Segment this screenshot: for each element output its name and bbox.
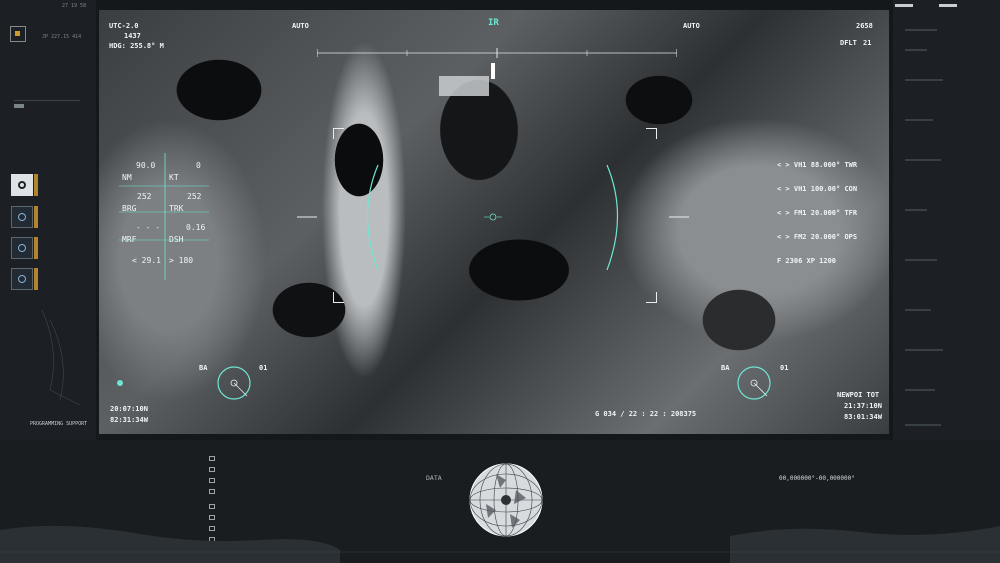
kt-value: 0 bbox=[196, 161, 201, 170]
right-sidebar bbox=[893, 0, 1000, 440]
side-graph-lines bbox=[41, 309, 81, 406]
circle-icon bbox=[18, 181, 26, 189]
folder-icon bbox=[209, 478, 215, 483]
radio-row[interactable]: < > FM1 20.000° TFR bbox=[777, 209, 857, 233]
auto-right: AUTO bbox=[683, 22, 700, 30]
utc-label: UTC-2.0 bbox=[109, 22, 139, 30]
radio-readouts: < > VH1 88.000° TWR < > VH1 100.00° CON … bbox=[777, 161, 857, 265]
auto-left: AUTO bbox=[292, 22, 309, 30]
folder-item[interactable] bbox=[209, 467, 219, 478]
trk-label: TRK bbox=[169, 204, 184, 213]
reticle bbox=[117, 153, 771, 400]
lon-left: 82:31:34W bbox=[110, 416, 148, 424]
ir-mode: IR bbox=[488, 18, 499, 28]
fxp-line: F 2306 XP 1200 bbox=[777, 257, 837, 265]
newpoi-time: 21:37:10N bbox=[844, 402, 882, 410]
trk-value: 252 bbox=[187, 192, 202, 201]
brg-value: 252 bbox=[137, 192, 152, 201]
folder-item[interactable] bbox=[209, 456, 219, 467]
folder-icon bbox=[209, 456, 215, 461]
mrf-label: MRF bbox=[122, 235, 137, 244]
header-code: JP 227.15 414 bbox=[42, 34, 82, 40]
offset-left: < 29.1 bbox=[132, 256, 161, 265]
ba-left-value: 01 bbox=[259, 364, 268, 372]
bottom-panel: DATA 00,000000°-00,000000° bbox=[0, 440, 1000, 563]
mode-button-3[interactable] bbox=[11, 237, 33, 259]
nm-label: NM bbox=[122, 173, 132, 182]
offset-right: > 180 bbox=[169, 256, 194, 265]
circle-icon bbox=[18, 213, 26, 221]
ba-right-label: BA bbox=[721, 364, 730, 372]
heading-readout: HDG: 255.8° M bbox=[109, 42, 164, 50]
dflt-label: DFLT bbox=[840, 39, 857, 47]
ir-video-feed: UTC-2.0 1437 HDG: 255.8° M AUTO IR AUTO … bbox=[99, 10, 889, 434]
circle-icon bbox=[18, 244, 26, 252]
radio-row[interactable]: < > VH1 100.00° CON bbox=[777, 185, 857, 209]
folder-icon bbox=[209, 504, 215, 509]
radio-row[interactable]: < > FM2 20.000° OPS bbox=[777, 233, 857, 257]
folder-item[interactable] bbox=[209, 478, 219, 489]
ba-left-label: BA bbox=[199, 364, 208, 372]
lat-left: 20:07:10N bbox=[110, 405, 148, 413]
ba-right-value: 01 bbox=[780, 364, 789, 372]
mrf-value: - - - bbox=[136, 223, 161, 232]
coordinates-value: 00,000000°-00,000000° bbox=[779, 475, 855, 482]
mode-button-2[interactable] bbox=[11, 206, 33, 228]
folder-item[interactable] bbox=[209, 489, 219, 504]
kt-label: KT bbox=[169, 173, 179, 182]
radio-row[interactable]: < > VH1 88.000° TWR bbox=[777, 161, 857, 185]
nm-value: 90.0 bbox=[136, 161, 156, 170]
top-timestamps: 27 19 58 bbox=[62, 3, 87, 9]
dflt-value: 21 bbox=[863, 39, 872, 47]
utc-value: 1437 bbox=[124, 32, 141, 40]
folder-icon bbox=[209, 489, 215, 494]
dsh-value: 0.16 bbox=[186, 223, 206, 232]
circle-icon bbox=[18, 275, 26, 283]
newpoi-lon: 83:01:34W bbox=[844, 413, 882, 421]
status-icon bbox=[10, 26, 26, 42]
log-lines bbox=[905, 29, 943, 426]
grid-coordinates: G 034 / 22 : 22 : 208375 bbox=[595, 410, 697, 418]
right-value: 2658 bbox=[856, 22, 873, 30]
mode-button-1[interactable] bbox=[11, 174, 33, 196]
programming-support-label: PROGRAMMING SUPPORT bbox=[30, 421, 88, 427]
data-label: DATA bbox=[426, 474, 442, 482]
dsh-label: DSH bbox=[169, 235, 184, 244]
folder-icon bbox=[209, 467, 215, 472]
terrain-profile bbox=[0, 525, 1000, 563]
mode-button-4[interactable] bbox=[11, 268, 33, 290]
newpoi-label: NEWPOI TOT bbox=[837, 391, 880, 399]
brg-label: BRG bbox=[122, 204, 137, 213]
